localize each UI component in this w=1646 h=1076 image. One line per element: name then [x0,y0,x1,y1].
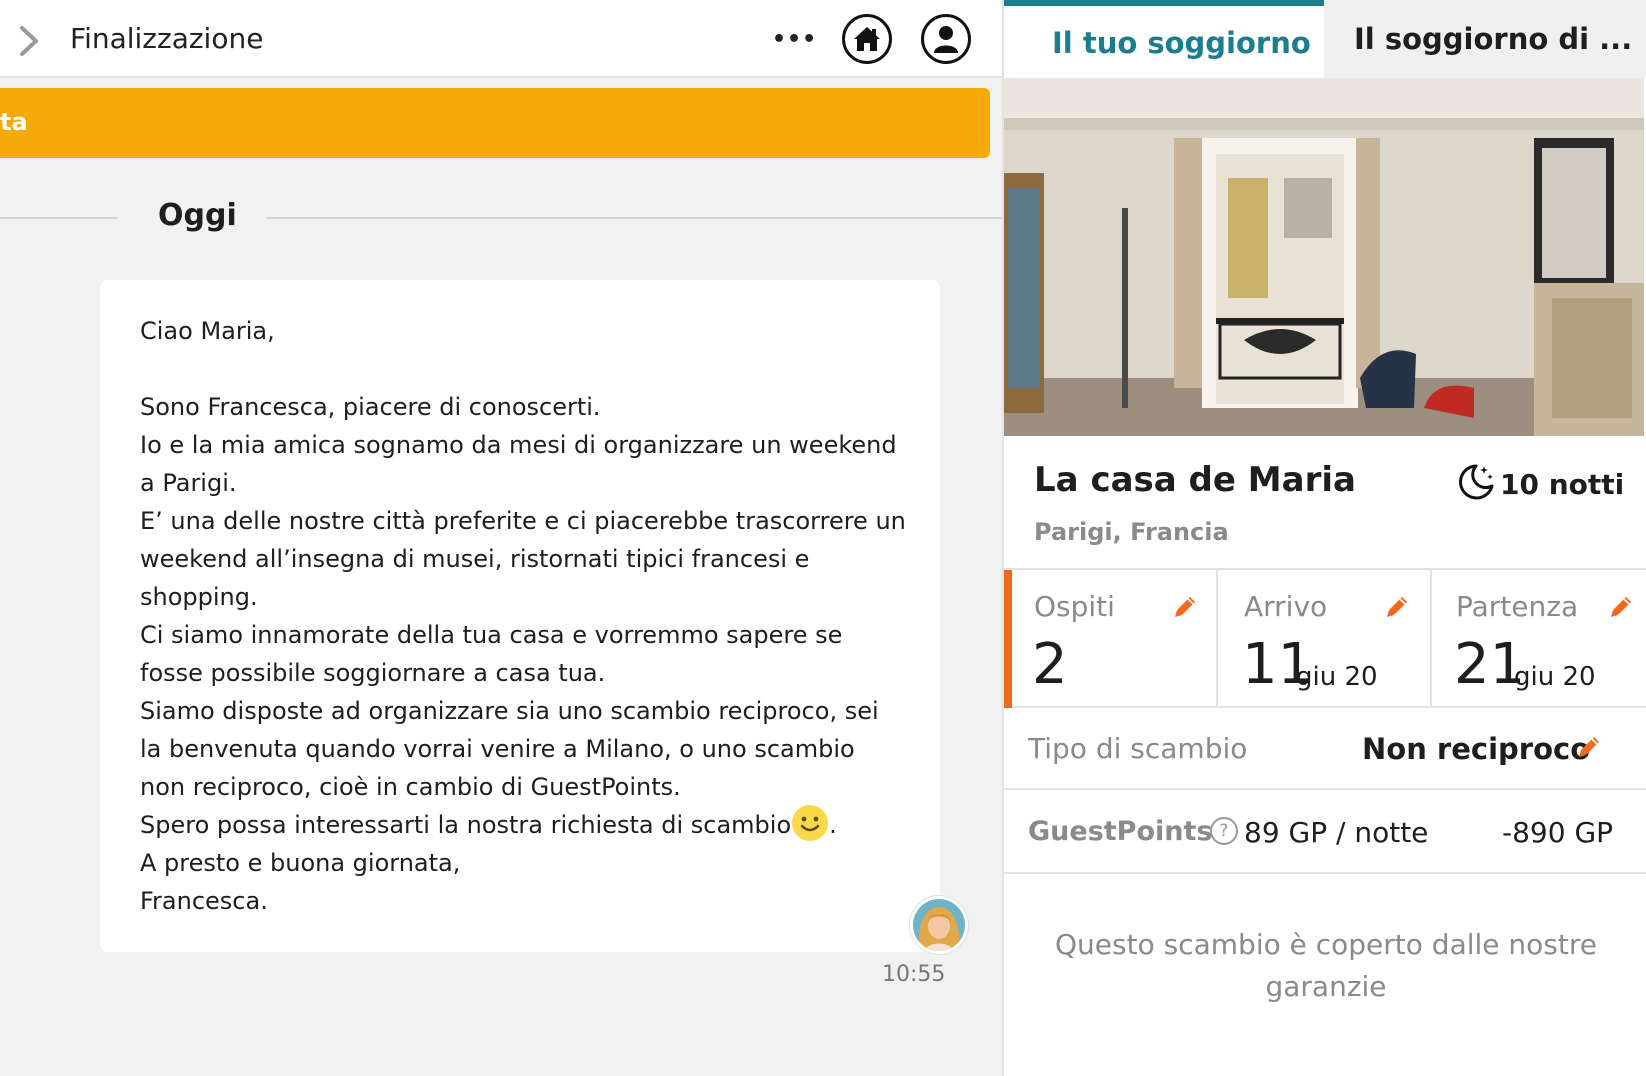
pencil-icon[interactable] [1576,734,1602,760]
guestpoints-rate: 89 GP / notte [1244,816,1429,849]
conversation-header: Finalizzazione ••• [0,0,1002,78]
tab-other-stay[interactable]: Il soggiorno di ... [1324,0,1646,78]
arrival-month: giu 20 [1296,662,1378,692]
stay-details-pane: Il tuo soggiorno Il soggiorno di ... La … [1002,0,1646,1076]
message-line: A presto e buona giornata, [140,849,461,877]
guestpoints-label: GuestPoints [1028,816,1213,847]
conversation-pane: Finalizzazione ••• ta Oggi Ciao Maria, S… [0,0,1002,1076]
message-line-end: . [829,811,837,839]
departure-field[interactable]: Partenza 21 giu 20 [1432,570,1646,708]
divider [0,217,118,219]
departure-label: Partenza [1456,590,1579,623]
message-text: Ciao Maria, Sono Francesca, piacere di c… [140,312,906,920]
message-line: Ci siamo innamorate della tua casa e vor… [140,621,843,649]
message-line: la benvenuta quando vorrai venire a Mila… [140,735,855,763]
pencil-icon[interactable] [1384,594,1410,620]
message-line: non reciproco, cioè in cambio di GuestPo… [140,773,681,801]
message-line: weekend all’insegna di musei, ristornati… [140,545,810,573]
tab-your-stay[interactable]: Il tuo soggiorno [1004,0,1324,78]
home-photo[interactable] [1004,78,1644,436]
chevron-right-icon[interactable] [14,24,44,58]
home-title[interactable]: La casa de Maria [1034,460,1356,500]
message-line: Ciao Maria, [140,317,275,345]
help-icon[interactable]: ? [1210,817,1238,845]
message-line: Spero possa interessarti la nostra richi… [140,805,900,844]
pencil-icon[interactable] [1608,594,1634,620]
message-timestamp: 10:55 [882,962,946,987]
day-separator-label: Oggi [158,198,237,233]
nights-count: 10 notti [1500,468,1625,501]
stay-details-grid: Ospiti 2 Arrivo 11 giu 20 Partenza 21 gi… [1004,568,1646,708]
message-line [140,350,900,388]
departure-month: giu 20 [1514,662,1596,692]
avatar[interactable] [910,896,968,954]
exchange-type-row[interactable]: Tipo di scambio Non reciproco [1004,708,1646,790]
message-line: fosse possibile soggiornare a casa tua. [140,659,606,687]
guestpoints-row: GuestPoints ? 89 GP / notte -890 GP [1004,790,1646,874]
moon-icon [1459,464,1494,500]
message-line: Io e la mia amica sognamo da mesi di org… [140,431,897,459]
message-line: a Parigi. [140,469,237,497]
message-line: shopping. [140,583,258,611]
profile-button[interactable] [921,14,971,64]
message-line: E’ una delle nostre città preferite e ci… [140,507,906,535]
message-line: Siamo disposte ad organizzare sia uno sc… [140,697,879,725]
smiley-emoji-icon [792,805,829,841]
exchange-type-label: Tipo di scambio [1028,732,1248,765]
arrival-label: Arrivo [1244,590,1328,623]
alert-text: ta [0,108,28,136]
guests-label: Ospiti [1034,590,1115,623]
exchange-type-value: Non reciproco [1362,732,1591,766]
pencil-icon[interactable] [1172,594,1198,620]
divider [266,217,1002,219]
tab-label: Il tuo soggiorno [1052,26,1311,60]
home-icon [854,27,880,51]
guests-field[interactable]: Ospiti 2 [1012,570,1210,708]
home-location: Parigi, Francia [1034,518,1229,546]
tab-label: Il soggiorno di ... [1354,22,1633,56]
selection-accent [1004,570,1012,708]
user-icon [934,26,958,53]
living-room-photo [1004,78,1644,436]
arrival-field[interactable]: Arrivo 11 giu 20 [1218,570,1428,708]
status-alert-bar[interactable]: ta [0,88,990,158]
home-button[interactable] [842,14,892,64]
more-options-button[interactable]: ••• [772,22,816,58]
guestpoints-total: -890 GP [1502,816,1614,849]
page-title: Finalizzazione [70,22,264,55]
guarantee-note: Questo scambio è coperto dalle nostre ga… [1055,928,1597,1003]
message-line-text: Spero possa interessarti la nostra richi… [140,811,792,839]
guests-value: 2 [1032,632,1068,697]
avatar-image [913,899,965,951]
message-line: Francesca. [140,887,268,915]
message-line: Sono Francesca, piacere di conoscerti. [140,393,601,421]
